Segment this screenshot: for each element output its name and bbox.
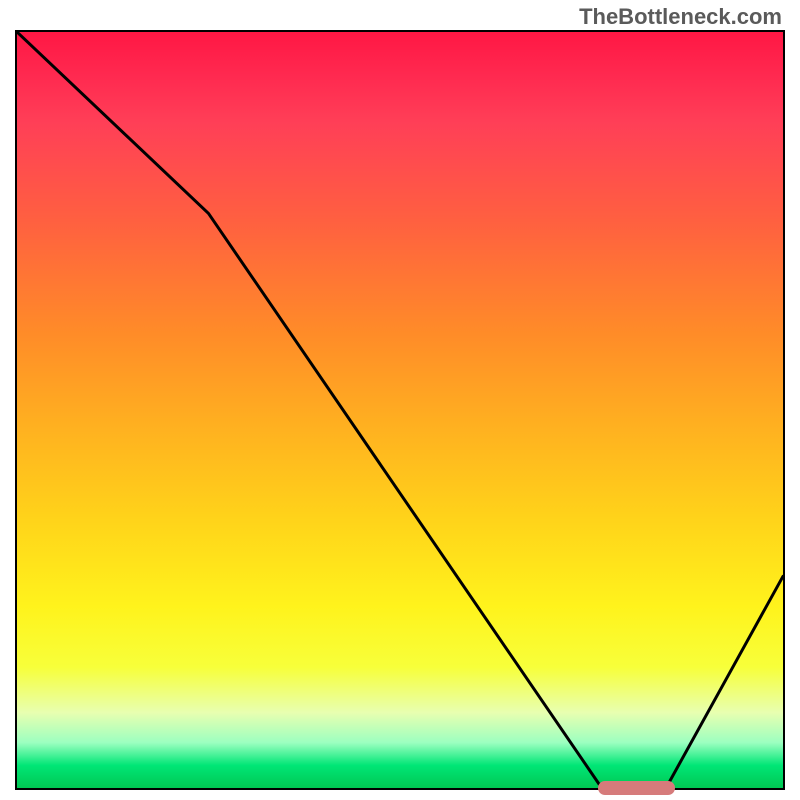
optimum-marker bbox=[598, 781, 675, 795]
chart-line-svg bbox=[17, 32, 783, 788]
watermark-text: TheBottleneck.com bbox=[579, 4, 782, 30]
bottleneck-curve bbox=[17, 32, 783, 784]
chart-frame bbox=[15, 30, 785, 790]
